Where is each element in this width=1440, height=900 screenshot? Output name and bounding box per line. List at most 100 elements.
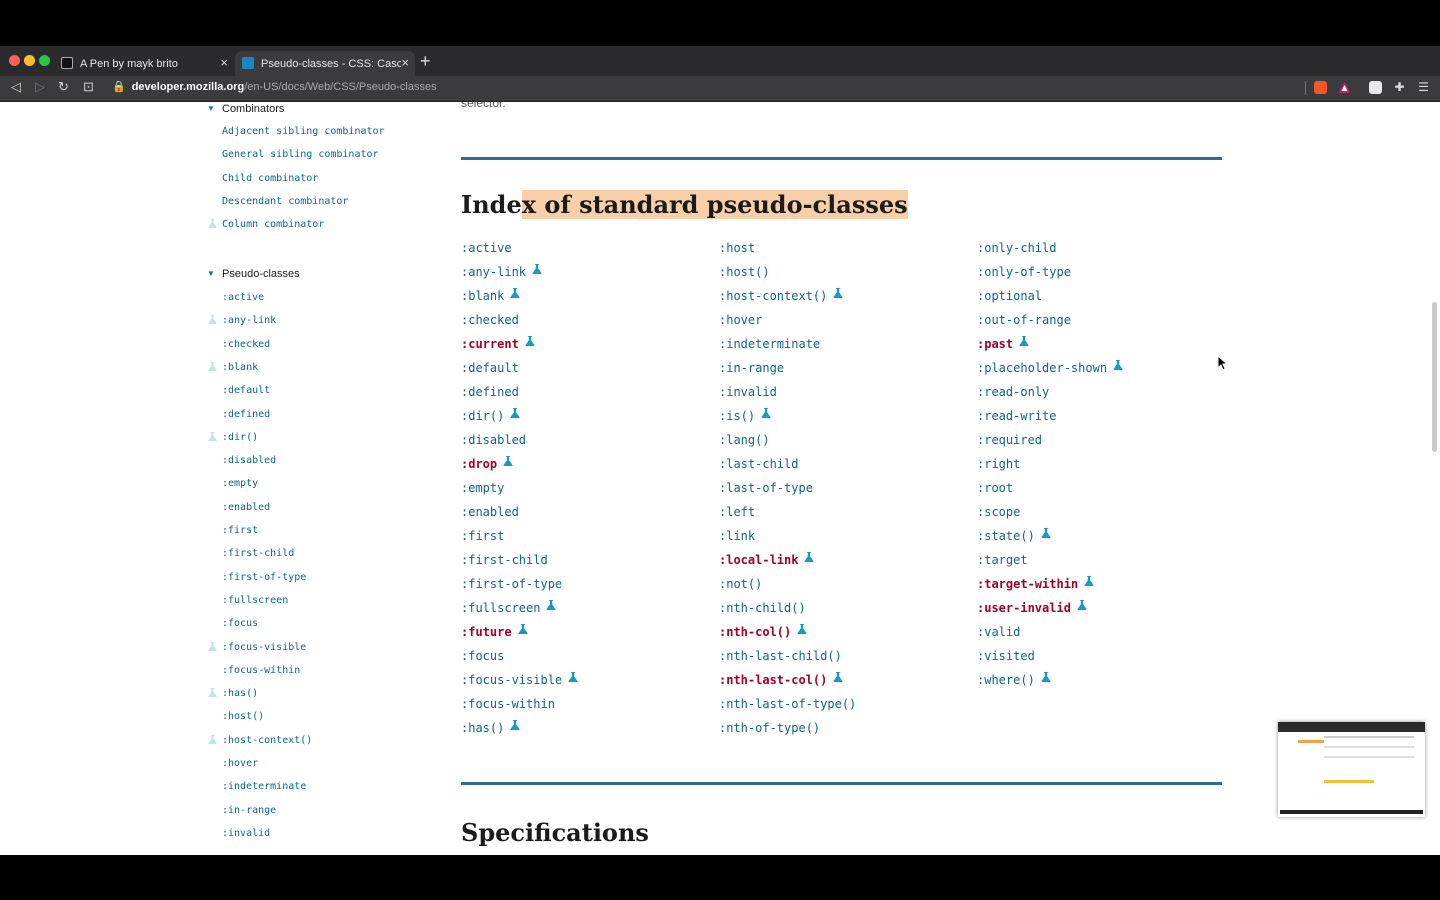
pseudo-class-link[interactable]: :defined: [461, 385, 579, 409]
pseudo-class-link[interactable]: :disabled: [461, 433, 579, 457]
pseudo-class-link[interactable]: :read-write: [977, 409, 1124, 433]
pseudo-class-link[interactable]: :is(): [719, 408, 856, 433]
tab-close-icon[interactable]: ×: [401, 55, 409, 70]
brave-shields-icon[interactable]: [1314, 81, 1327, 94]
extension-icon[interactable]: [1369, 81, 1382, 94]
pseudo-class-link[interactable]: :not(): [719, 577, 856, 601]
brave-rewards-icon[interactable]: [1338, 81, 1351, 94]
pseudo-class-link[interactable]: :nth-last-child(): [719, 649, 856, 673]
pseudo-class-link[interactable]: :host: [719, 241, 856, 265]
sidebar-item[interactable]: :checked: [222, 339, 270, 350]
pseudo-class-link[interactable]: :nth-child(): [719, 601, 856, 625]
sidebar-item[interactable]: Child combinator: [222, 173, 318, 184]
pseudo-class-link[interactable]: :local-link: [719, 552, 856, 577]
pseudo-class-link[interactable]: :read-only: [977, 385, 1124, 409]
sidebar-item[interactable]: :focus-within: [222, 665, 300, 676]
pseudo-class-link[interactable]: :dir(): [461, 408, 579, 433]
sidebar-item[interactable]: :active: [222, 292, 264, 303]
pseudo-class-link[interactable]: :required: [977, 433, 1124, 457]
minimize-window-button[interactable]: [24, 55, 35, 66]
pseudo-class-link[interactable]: :target-within: [977, 576, 1124, 601]
sidebar-item[interactable]: :default: [222, 385, 270, 396]
pseudo-class-link[interactable]: :host(): [719, 265, 856, 289]
pseudo-class-link[interactable]: :empty: [461, 481, 579, 505]
pseudo-class-link[interactable]: :last-child: [719, 457, 856, 481]
pseudo-class-link[interactable]: :root: [977, 481, 1124, 505]
sidebar-item[interactable]: :any-link: [208, 314, 276, 326]
pseudo-class-link[interactable]: :left: [719, 505, 856, 529]
scrollbar[interactable]: [1432, 302, 1437, 452]
forward-button[interactable]: ▷: [35, 79, 45, 95]
sidebar-item[interactable]: :first-child: [222, 548, 294, 559]
pseudo-class-link[interactable]: :scope: [977, 505, 1124, 529]
pseudo-class-link[interactable]: :default: [461, 361, 579, 385]
sidebar-item[interactable]: :host(): [222, 711, 264, 722]
pseudo-class-link[interactable]: :only-child: [977, 241, 1124, 265]
sidebar-item[interactable]: Column combinator: [208, 218, 324, 230]
pseudo-class-link[interactable]: :future: [461, 624, 579, 649]
sidebar-item[interactable]: :fullscreen: [222, 595, 288, 606]
sidebar-item[interactable]: :in-range: [222, 805, 276, 816]
tab-mdn-pseudo-classes[interactable]: Pseudo-classes - CSS: Cascadin ×: [235, 51, 415, 76]
pseudo-class-link[interactable]: :past: [977, 336, 1124, 361]
pseudo-class-link[interactable]: :nth-last-of-type(): [719, 697, 856, 721]
pseudo-class-link[interactable]: :host-context(): [719, 288, 856, 313]
pseudo-class-link[interactable]: :nth-col(): [719, 624, 856, 649]
pseudo-class-link[interactable]: :target: [977, 553, 1124, 577]
pseudo-class-link[interactable]: :user-invalid: [977, 600, 1124, 625]
pseudo-class-link[interactable]: :visited: [977, 649, 1124, 673]
pseudo-class-link[interactable]: :only-of-type: [977, 265, 1124, 289]
bookmark-button[interactable]: ⊡: [83, 79, 94, 95]
pseudo-class-link[interactable]: :drop: [461, 456, 579, 481]
tab-close-icon[interactable]: ×: [220, 55, 228, 70]
sidebar-item[interactable]: :empty: [222, 478, 258, 489]
sidebar-item[interactable]: :focus: [222, 618, 258, 629]
reload-button[interactable]: ↻: [58, 79, 69, 95]
menu-icon[interactable]: ☰: [1417, 81, 1430, 94]
sidebar-item[interactable]: :first-of-type: [222, 572, 306, 583]
pseudo-class-link[interactable]: :nth-of-type(): [719, 721, 856, 745]
sidebar-item[interactable]: :first: [222, 525, 258, 536]
sidebar-item[interactable]: :focus-visible: [208, 641, 306, 653]
pseudo-class-link[interactable]: :enabled: [461, 505, 579, 529]
sidebar-item[interactable]: :host-context(): [208, 734, 312, 746]
pseudo-class-link[interactable]: :state(): [977, 528, 1124, 553]
pseudo-class-link[interactable]: :in-range: [719, 361, 856, 385]
address-bar[interactable]: 🔒 developer.mozilla.org/en-US/docs/Web/CS…: [112, 80, 437, 93]
sidebar-group-combinators[interactable]: ▼ Combinators: [207, 103, 284, 115]
page-thumbnail-preview[interactable]: [1278, 722, 1425, 817]
pseudo-class-link[interactable]: :hover: [719, 313, 856, 337]
pseudo-class-link[interactable]: :out-of-range: [977, 313, 1124, 337]
pseudo-class-link[interactable]: :last-of-type: [719, 481, 856, 505]
sidebar-item[interactable]: :blank: [208, 361, 258, 373]
pseudo-class-link[interactable]: :right: [977, 457, 1124, 481]
back-button[interactable]: ◁: [11, 79, 21, 95]
pseudo-class-link[interactable]: :invalid: [719, 385, 856, 409]
puzzle-icon[interactable]: ✚: [1393, 81, 1406, 94]
sidebar-item[interactable]: Descendant combinator: [222, 196, 348, 207]
pseudo-class-link[interactable]: :focus-within: [461, 697, 579, 721]
pseudo-class-link[interactable]: :first-child: [461, 553, 579, 577]
pseudo-class-link[interactable]: :first-of-type: [461, 577, 579, 601]
sidebar-item[interactable]: General sibling combinator: [222, 149, 379, 160]
pseudo-class-link[interactable]: :current: [461, 336, 579, 361]
sidebar-group-pseudo-classes[interactable]: ▼ Pseudo-classes: [207, 268, 300, 280]
new-tab-button[interactable]: +: [420, 51, 431, 72]
pseudo-class-link[interactable]: :link: [719, 529, 856, 553]
close-window-button[interactable]: [9, 55, 20, 66]
pseudo-class-link[interactable]: :fullscreen: [461, 600, 579, 625]
pseudo-class-link[interactable]: :nth-last-col(): [719, 672, 856, 697]
pseudo-class-link[interactable]: :first: [461, 529, 579, 553]
sidebar-item[interactable]: :dir(): [208, 431, 258, 443]
pseudo-class-link[interactable]: :focus-visible: [461, 672, 579, 697]
pseudo-class-link[interactable]: :has(): [461, 720, 579, 745]
sidebar-item[interactable]: :invalid: [222, 828, 270, 839]
pseudo-class-link[interactable]: :optional: [977, 289, 1124, 313]
pseudo-class-link[interactable]: :active: [461, 241, 579, 265]
pseudo-class-link[interactable]: :blank: [461, 288, 579, 313]
sidebar-item[interactable]: :hover: [222, 758, 258, 769]
pseudo-class-link[interactable]: :where(): [977, 672, 1124, 697]
pseudo-class-link[interactable]: :indeterminate: [719, 337, 856, 361]
sidebar-item[interactable]: :indeterminate: [222, 781, 306, 792]
pseudo-class-link[interactable]: :checked: [461, 313, 579, 337]
